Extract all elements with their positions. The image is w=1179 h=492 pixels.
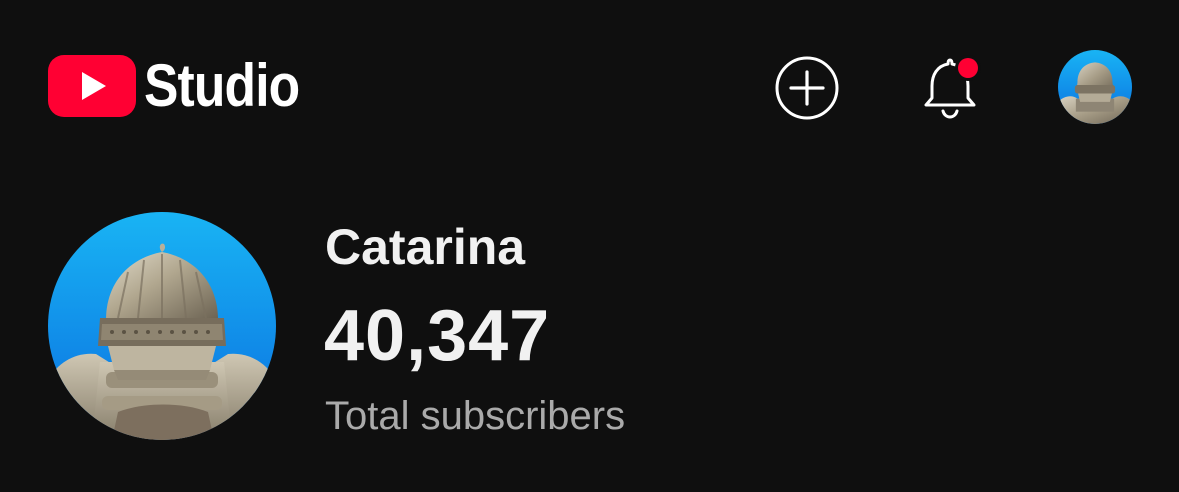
account-avatar-button[interactable] [1058, 50, 1132, 124]
top-app-bar: Studio [0, 0, 1179, 180]
knight-helmet-avatar [48, 212, 276, 440]
bell-icon [924, 55, 981, 119]
create-button[interactable] [774, 55, 840, 121]
youtube-play-icon [48, 55, 136, 117]
notifications-button[interactable] [918, 50, 984, 120]
knight-helmet-avatar [1058, 50, 1132, 124]
logo-text: Studio [144, 52, 300, 119]
subscriber-count: 40,347 [324, 296, 551, 376]
plus-circle-icon [775, 56, 839, 120]
youtube-studio-logo[interactable]: Studio [48, 54, 325, 118]
channel-name: Catarina [325, 219, 526, 275]
channel-avatar[interactable] [48, 212, 276, 440]
channel-summary: Catarina 40,347 Total subscribers [0, 200, 1179, 492]
subscriber-label: Total subscribers [325, 394, 626, 438]
